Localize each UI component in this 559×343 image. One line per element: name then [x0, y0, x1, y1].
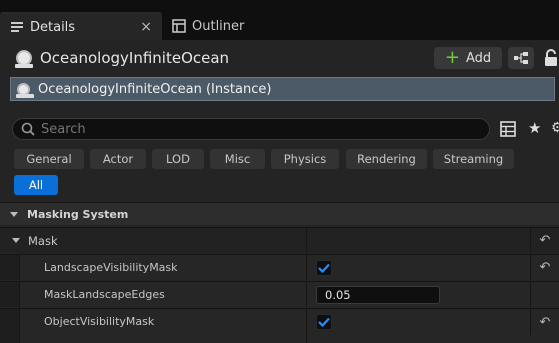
actor-icon [16, 82, 34, 98]
property-label: LandscapeVisibilityMask [44, 261, 178, 274]
indent-gutter [0, 255, 20, 280]
reset-button[interactable]: ↶ [530, 255, 559, 280]
object-visibility-mask-checkbox[interactable] [316, 314, 332, 330]
filter-lod[interactable]: LOD [152, 149, 204, 169]
column-divider[interactable] [306, 282, 307, 307]
filter-physics[interactable]: Physics [271, 149, 339, 169]
blueprint-button[interactable] [508, 47, 534, 69]
property-label: MaskLandscapeEdges [44, 288, 165, 301]
lock-button[interactable] [544, 49, 559, 67]
chevron-down-icon [12, 238, 20, 243]
filter-misc[interactable]: Misc [210, 149, 265, 169]
section-title: Masking System [27, 207, 129, 221]
reset-button[interactable]: ↶ [530, 309, 559, 335]
search-icon [21, 122, 35, 136]
tab-bar: Details × Outliner [0, 0, 559, 40]
property-row-mask-landscape-edges: MaskLandscapeEdges 0.05 [0, 281, 559, 307]
chevron-down-icon [10, 211, 18, 217]
filter-rendering[interactable]: Rendering [346, 149, 427, 169]
reset-icon: ↶ [539, 314, 551, 330]
star-icon[interactable]: ★ [528, 120, 544, 136]
property-row-object-visibility-mask: ObjectVisibilityMask ↶ [0, 308, 559, 343]
grid-button[interactable] [500, 121, 516, 137]
column-divider[interactable] [306, 255, 307, 280]
reset-icon: ↶ [539, 260, 551, 275]
actor-icon [15, 50, 33, 68]
tab-details[interactable]: Details × [0, 12, 162, 40]
column-divider[interactable] [306, 309, 307, 343]
column-divider[interactable] [306, 228, 307, 253]
instance-label: OceanologyInfiniteOcean (Instance) [38, 81, 272, 97]
add-button-label: Add [465, 50, 492, 66]
section-masking-system[interactable]: Masking System [0, 202, 559, 225]
tab-outliner[interactable]: Outliner [162, 12, 362, 40]
gear-icon[interactable]: ⚙ [551, 120, 559, 136]
mask-landscape-edges-input[interactable]: 0.05 [316, 286, 440, 304]
property-label: ObjectVisibilityMask [44, 315, 155, 328]
reset-icon: ↶ [539, 233, 551, 248]
plus-icon: + [444, 47, 460, 68]
filter-all[interactable]: All [14, 175, 58, 195]
close-icon[interactable]: × [140, 19, 152, 35]
indent-gutter [0, 309, 20, 343]
category-label: Mask [28, 234, 58, 248]
tab-details-label: Details [30, 19, 76, 35]
filter-streaming[interactable]: Streaming [433, 149, 514, 169]
reset-column [530, 282, 559, 307]
instance-selector[interactable]: OceanologyInfiniteOcean (Instance) [10, 77, 555, 101]
property-row-landscape-visibility-mask: LandscapeVisibilityMask ↶ [0, 254, 559, 280]
lock-icon [545, 49, 557, 66]
check-icon [318, 263, 330, 273]
details-icon [10, 20, 24, 34]
filter-general[interactable]: General [14, 149, 84, 169]
tab-outliner-label: Outliner [192, 18, 245, 34]
category-mask[interactable]: Mask ↶ [0, 227, 559, 253]
search-input[interactable] [41, 121, 461, 137]
outliner-icon [172, 19, 186, 33]
landscape-visibility-mask-checkbox[interactable] [316, 260, 332, 276]
add-button[interactable]: + Add [434, 47, 502, 69]
actor-name: OceanologyInfiniteOcean [40, 49, 230, 67]
indent-gutter [0, 282, 20, 307]
reset-button[interactable]: ↶ [530, 228, 559, 253]
check-icon [318, 317, 330, 327]
search-box[interactable] [12, 118, 490, 140]
grid-icon [500, 121, 516, 137]
blueprint-icon [514, 52, 528, 64]
filter-actor[interactable]: Actor [90, 149, 146, 169]
